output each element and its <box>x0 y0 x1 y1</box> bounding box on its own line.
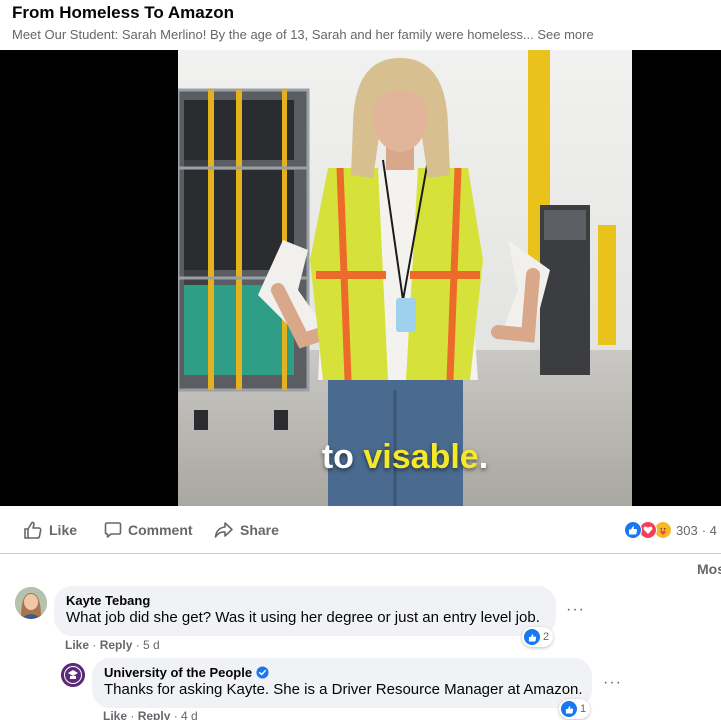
comment-2-like-link[interactable]: Like <box>103 709 127 720</box>
verified-badge-icon <box>256 666 269 679</box>
comment-sort-dropdown[interactable]: Mos <box>697 561 721 577</box>
like-label: Like <box>49 522 78 538</box>
profile-photo-icon <box>15 587 47 619</box>
video-caption: to visable. <box>178 438 632 477</box>
share-icon <box>214 522 233 538</box>
comment-icon <box>104 522 122 538</box>
avatar-university[interactable] <box>61 663 85 687</box>
comment-1-meta: Like · Reply · 5 d <box>65 638 160 652</box>
comment-1-reply-link[interactable]: Reply <box>100 638 133 652</box>
like-icon <box>624 521 642 539</box>
post-description-text: Meet Our Student: Sarah Merlino! By the … <box>12 27 534 42</box>
reaction-trailing: · 4 <box>701 522 717 538</box>
caption-suffix: . <box>478 438 489 476</box>
caption-prefix: to <box>321 438 364 476</box>
comment-text-1: What job did she get? Was it using her d… <box>66 609 540 626</box>
comment-2-meta: Like · Reply · 4 d <box>103 709 198 720</box>
reaction-count: 303 <box>676 522 698 538</box>
post-description: Meet Our Student: Sarah Merlino! By the … <box>12 27 594 42</box>
post-action-bar: Like Comment Share 303 · 4 <box>0 506 721 554</box>
reaction-summary[interactable]: 303 · 4 <box>624 520 717 540</box>
post-title: From Homeless To Amazon <box>12 3 234 22</box>
comment-1-reaction-count: 2 <box>543 631 550 643</box>
comment-1-reaction-badge[interactable]: 2 <box>522 627 554 647</box>
comment-2-reaction-count: 1 <box>580 703 587 715</box>
comment-button[interactable]: Comment <box>104 519 193 541</box>
comment-author-2[interactable]: University of the People <box>104 665 580 680</box>
comment-label: Comment <box>128 522 193 538</box>
comment-author-1-text: Kayte Tebang <box>66 593 151 608</box>
like-icon <box>561 701 577 717</box>
video-frame: to visable. <box>178 50 632 506</box>
comment-author-2-text: University of the People <box>104 665 253 680</box>
see-more-link[interactable]: See more <box>537 27 593 42</box>
comment-2-time[interactable]: 4 d <box>181 709 198 720</box>
comment-author-1[interactable]: Kayte Tebang <box>66 593 544 608</box>
comment-2-reaction-badge[interactable]: 1 <box>559 699 591 719</box>
like-button[interactable]: Like <box>23 519 77 541</box>
comment-text-2: Thanks for asking Kayte. She is a Driver… <box>104 681 583 698</box>
comment-1-time[interactable]: 5 d <box>143 638 160 652</box>
like-icon <box>524 629 540 645</box>
comment-2-more-icon[interactable]: ··· <box>603 674 622 692</box>
avatar-kayte[interactable] <box>15 587 47 619</box>
share-button[interactable]: Share <box>214 519 279 541</box>
thumbs-up-icon <box>24 521 42 539</box>
comment-2-reply-link[interactable]: Reply <box>138 709 171 720</box>
comment-bubble-1: Kayte Tebang What job did she get? Was i… <box>54 586 556 636</box>
university-logo-icon <box>61 663 85 687</box>
video-player[interactable]: to visable. <box>0 50 721 506</box>
share-label: Share <box>240 522 279 538</box>
comment-bubble-2: University of the People Thanks for aski… <box>92 658 592 708</box>
caption-highlight: visable <box>363 438 479 476</box>
comment-1-like-link[interactable]: Like <box>65 638 89 652</box>
comment-1-more-icon[interactable]: ··· <box>566 601 585 619</box>
